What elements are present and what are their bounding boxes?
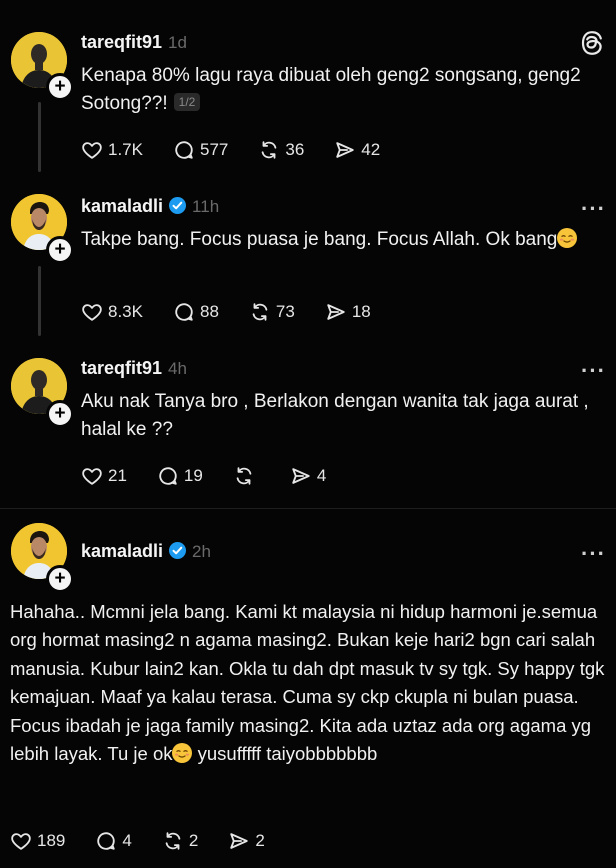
follow-plus-icon[interactable]: + [46,73,74,101]
like-count: 8.3K [108,302,143,321]
post-text: Hahaha.. Mcmni jela bang. Kami kt malays… [10,598,610,768]
reply-button[interactable]: 577 [173,139,228,161]
reply-button[interactable]: 19 [157,465,203,487]
repost-button[interactable]: 73 [249,301,295,323]
repost-icon [258,139,280,161]
share-button[interactable]: 4 [290,465,326,487]
post-body: Kenapa 80% lagu raya dibuat oleh geng2 s… [81,65,581,114]
repost-button[interactable] [233,465,260,487]
thread-post-2: + kamaladli 11h ··· Takpe bang. Focus pua… [0,180,616,346]
share-button[interactable]: 18 [325,301,371,323]
repost-count: 73 [275,302,295,321]
action-bar: 8.3K 88 73 18 [81,299,401,325]
more-options-icon[interactable]: ··· [581,360,606,382]
thread-post-1: + tareqfit91 1d Kenapa 80% lagu raya dibu… [0,0,616,180]
post-body: Hahaha.. Mcmni jela bang. Kami kt malays… [10,601,605,765]
share-count: 2 [255,831,265,850]
reply-count: 19 [183,466,203,485]
post-divider [0,508,616,509]
more-options-icon[interactable]: ··· [581,543,606,565]
username-row: kamaladli 11h [81,196,219,217]
share-icon [290,465,312,487]
post-body-tail: yusufffff taiyobbbbbbb [192,743,378,765]
relieved-face-emoji-icon [557,228,578,248]
comment-icon [157,465,179,487]
repost-icon [233,465,255,487]
thread-connector-line [38,102,41,172]
share-icon [325,301,347,323]
username[interactable]: tareqfit91 [81,358,162,378]
reply-button[interactable]: 88 [173,301,219,323]
username-row: kamaladli 2h [81,541,211,562]
verified-badge-icon [169,197,187,214]
repost-count: 36 [285,140,305,159]
thread-post-4: + kamaladli 2h ··· Hahaha.. Mcmni jela ba… [0,510,616,868]
share-count: 18 [351,302,371,321]
like-button[interactable]: 189 [10,830,65,852]
share-icon [334,139,356,161]
post-time: 2h [192,542,211,561]
action-bar: 189 4 2 2 [10,828,295,854]
like-count: 1.7K [108,140,143,159]
like-button[interactable]: 21 [81,465,127,487]
comment-icon [95,830,117,852]
repost-button[interactable]: 36 [258,139,304,161]
post-text: Kenapa 80% lagu raya dibuat oleh geng2 s… [81,62,601,118]
share-button[interactable]: 2 [228,830,265,852]
heart-icon [81,301,103,323]
username-row: tareqfit91 4h [81,358,187,379]
post-body: Takpe bang. Focus puasa je bang. Focus A… [81,229,558,250]
follow-plus-icon[interactable]: + [46,236,74,264]
verified-badge-icon [169,542,187,559]
like-count: 189 [37,831,66,850]
share-button[interactable]: 42 [334,139,380,161]
post-text: Takpe bang. Focus puasa je bang. Focus A… [81,226,601,254]
comment-icon [173,301,195,323]
like-button[interactable]: 8.3K [81,301,143,323]
repost-count: 2 [188,831,199,850]
more-options-icon[interactable]: ··· [581,198,606,220]
follow-plus-icon[interactable]: + [46,400,74,428]
share-count: 42 [361,140,381,159]
page-indicator-badge: 1/2 [173,93,201,111]
repost-button[interactable]: 2 [162,830,198,852]
post-text: Aku nak Tanya bro , Berlakon dengan wani… [81,388,601,444]
reply-count: 577 [199,140,229,159]
repost-icon [249,301,271,323]
heart-icon [81,139,103,161]
heart-icon [10,830,32,852]
reply-count: 88 [199,302,219,321]
share-count: 4 [316,466,327,485]
follow-plus-icon[interactable]: + [46,565,74,593]
username-row: tareqfit91 1d [81,32,187,53]
post-time: 11h [192,197,220,216]
relieved-face-emoji-icon [172,743,193,764]
thread-post-3: + tareqfit91 4h ··· Aku nak Tanya bro , B… [0,346,616,510]
reply-button[interactable]: 4 [95,830,132,852]
thread-connector-line [38,266,41,336]
post-body: Aku nak Tanya bro , Berlakon dengan wani… [81,391,589,440]
username[interactable]: kamaladli [81,196,163,216]
action-bar: 21 19 4 [81,463,356,489]
post-time: 1d [168,33,187,52]
like-count: 21 [108,466,127,485]
username[interactable]: tareqfit91 [81,32,162,52]
reply-count: 4 [122,831,132,850]
repost-icon [162,830,184,852]
username[interactable]: kamaladli [81,541,163,561]
share-icon [228,830,250,852]
action-bar: 1.7K 577 36 42 [81,137,410,163]
comment-icon [173,139,195,161]
like-button[interactable]: 1.7K [81,139,143,161]
post-time: 4h [168,359,187,378]
heart-icon [81,465,103,487]
